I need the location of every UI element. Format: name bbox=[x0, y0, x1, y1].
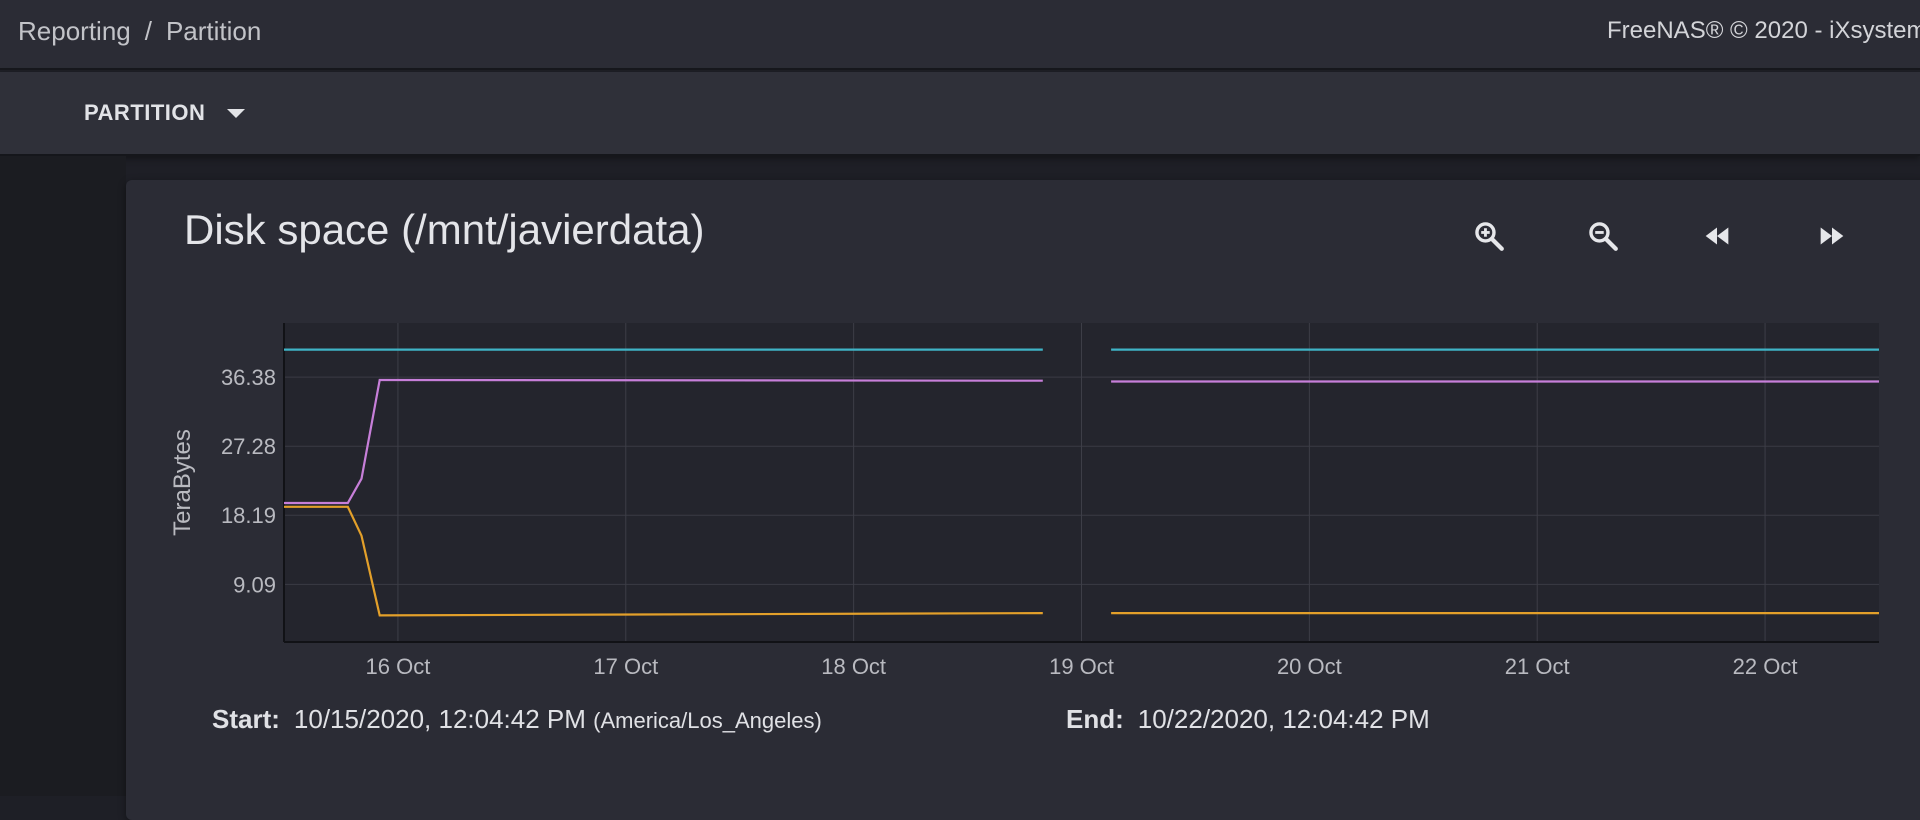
end-time: End: 10/22/2020, 12:04:42 PM bbox=[1066, 704, 1430, 735]
x-tick-label: 19 Oct bbox=[1049, 654, 1114, 679]
y-tick-label: 18.19 bbox=[221, 503, 276, 528]
breadcrumb-reporting[interactable]: Reporting bbox=[18, 16, 131, 47]
end-label: End: bbox=[1066, 704, 1124, 734]
x-tick-label: 17 Oct bbox=[593, 654, 658, 679]
partition-selector-label: PARTITION bbox=[84, 100, 206, 125]
x-tick-label: 20 Oct bbox=[1277, 654, 1342, 679]
sidebar-strip bbox=[0, 156, 126, 796]
breadcrumb-separator: / bbox=[144, 16, 152, 46]
caret-down-icon bbox=[227, 108, 246, 118]
x-tick-label: 18 Oct bbox=[821, 654, 886, 679]
y-axis-label: TeraBytes bbox=[169, 429, 196, 536]
y-tick-label: 9.09 bbox=[233, 572, 276, 597]
start-label: Start: bbox=[212, 704, 280, 734]
x-tick-label: 16 Oct bbox=[366, 654, 431, 679]
breadcrumb: Reporting / Partition bbox=[18, 16, 261, 47]
y-tick-label: 36.38 bbox=[221, 365, 276, 390]
disk-space-card: Disk space (/mnt/javierdata) 9.09 18.19 27… bbox=[126, 180, 1920, 820]
report-toolbar: PARTITION bbox=[0, 72, 1920, 156]
partition-selector[interactable]: PARTITION bbox=[84, 100, 246, 126]
disk-space-chart: 9.09 18.19 27.28 36.38 16 Oct 17 Oct 18 Oct 19 … bbox=[169, 323, 1879, 679]
start-value: 10/15/2020, 12:04:42 PM bbox=[293, 704, 586, 734]
start-time: Start: 10/15/2020, 12:04:42 PM (America/L… bbox=[212, 704, 822, 735]
copyright-text: FreeNAS® © 2020 - iXsystem bbox=[1607, 17, 1920, 44]
top-bar: Reporting / Partition FreeNAS® © 2020 - … bbox=[0, 0, 1920, 70]
breadcrumb-partition: Partition bbox=[165, 16, 262, 46]
timezone-label: (America/Los_Angeles) bbox=[593, 708, 822, 733]
x-tick-label: 21 Oct bbox=[1505, 654, 1570, 679]
end-value: 10/22/2020, 12:04:42 PM bbox=[1137, 704, 1430, 734]
y-tick-label: 27.28 bbox=[221, 434, 276, 459]
x-tick-label: 22 Oct bbox=[1733, 654, 1798, 679]
